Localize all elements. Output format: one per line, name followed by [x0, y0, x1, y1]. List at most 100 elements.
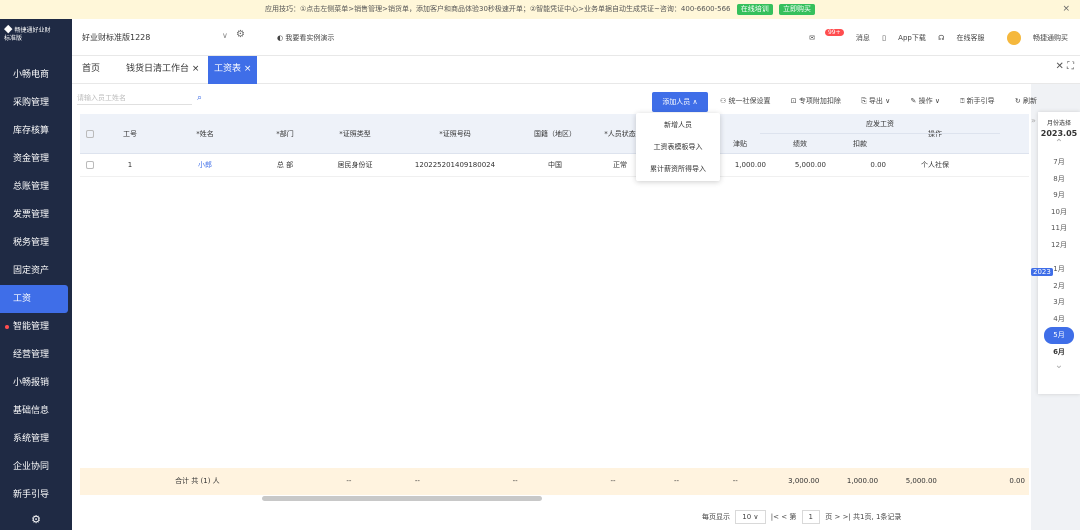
page-size-select[interactable]: 10 ∨	[735, 510, 766, 524]
current-period: 2023.05	[1040, 129, 1078, 138]
total-cell: 0.00	[1009, 477, 1025, 485]
column-header[interactable]: *部门	[250, 114, 320, 153]
sidebar-item-14[interactable]: 企业协同	[0, 453, 72, 481]
month-item[interactable]: 9月	[1038, 187, 1080, 204]
close-banner-icon[interactable]: ×	[1062, 0, 1070, 19]
sidebar-item-10[interactable]: 经营管理	[0, 341, 72, 369]
sidebar-item-label: 智能管理	[13, 322, 50, 332]
column-header[interactable]: *姓名	[160, 114, 250, 153]
total-cell: --	[610, 477, 616, 485]
column-header[interactable]: *证照类型	[320, 114, 390, 153]
sidebar-item-0[interactable]: 小畅电商	[0, 61, 72, 89]
table-cell: 0.00	[870, 161, 886, 169]
sidebar-item-3[interactable]: 资金管理	[0, 145, 72, 173]
page-number-input[interactable]: 1	[801, 510, 821, 524]
sidebar-item-label: 系统管理	[13, 434, 50, 444]
sidebar-item-8[interactable]: 工资	[0, 285, 68, 313]
table-cell: 中国	[548, 161, 562, 169]
export-button[interactable]: ⎘ 导出 ∨	[861, 97, 899, 105]
sidebar-item-9[interactable]: 智能管理	[0, 313, 72, 341]
table-header: 工号*姓名*部门*证照类型*证照号码国籍（地区）*人员状态*基本工资津贴绩效扣款…	[80, 114, 1029, 154]
month-item[interactable]: 4月	[1038, 311, 1080, 328]
column-header[interactable]: *证照号码	[390, 114, 520, 153]
table-cell[interactable]: 小郎	[160, 154, 250, 176]
table-row[interactable]: 1小郎总 部居民身份证120225201409180024中国正常3,000.0…	[80, 154, 1029, 177]
menu-item-template-import[interactable]: 工资表模板导入	[636, 137, 720, 157]
search-icon[interactable]: ⌕	[197, 91, 202, 105]
window-controls[interactable]: ✕ ⛶	[1055, 61, 1074, 72]
collapse-icon[interactable]: »	[1031, 116, 1036, 125]
refresh-button[interactable]: ↻ 刷新	[1015, 97, 1046, 105]
settings-gear-icon[interactable]: ⚙	[0, 513, 72, 526]
gear-icon[interactable]: ⚙	[236, 29, 245, 40]
scroll-up-icon[interactable]: ⌃	[1038, 138, 1080, 154]
month-item[interactable]: 12月	[1038, 237, 1080, 254]
table-cell: 居民身份证	[337, 161, 373, 169]
sidebar-item-4[interactable]: 总账管理	[0, 173, 72, 201]
column-header[interactable]: 国籍（地区）	[520, 114, 590, 153]
sidebar-item-label: 经营管理	[13, 350, 50, 360]
month-item[interactable]: 11月	[1038, 220, 1080, 237]
tab-home[interactable]: 首页	[82, 56, 100, 84]
sidebar-item-1[interactable]: 采购管理	[0, 89, 72, 117]
sidebar-item-15[interactable]: 新手引导	[0, 481, 72, 509]
next-page-icon[interactable]: > >|	[834, 513, 850, 521]
sidebar-item-5[interactable]: 发票管理	[0, 201, 72, 229]
guide-button[interactable]: ⍰ 新手引导	[960, 97, 1003, 105]
month-item[interactable]: 3月	[1038, 294, 1080, 311]
menu-item-income-import[interactable]: 累计薪资所得导入	[636, 159, 720, 179]
sidebar-item-13[interactable]: 系统管理	[0, 425, 72, 453]
customer-service-button[interactable]: ☊ 在线客服	[938, 34, 984, 42]
account-selector[interactable]: 好业财标准版1228	[82, 32, 150, 43]
sidebar-item-label: 基础信息	[13, 406, 50, 416]
total-cell: --	[346, 477, 352, 485]
row-checkbox[interactable]	[86, 161, 94, 169]
column-header[interactable]	[80, 114, 100, 153]
column-header[interactable]: 工号	[100, 114, 160, 153]
user-menu[interactable]: 畅捷通购买	[997, 31, 1068, 45]
total-cell: --	[512, 477, 518, 485]
select-all-checkbox[interactable]	[86, 130, 94, 138]
total-cell: 3,000.00	[788, 477, 820, 485]
logo-icon: ◆	[4, 22, 13, 35]
sidebar-item-12[interactable]: 基础信息	[0, 397, 72, 425]
tab-cash-workbench[interactable]: 钱货日清工作台 ×	[126, 56, 199, 84]
add-staff-button[interactable]: 添加人员 ∧	[652, 92, 708, 112]
month-item[interactable]: 8月	[1038, 171, 1080, 188]
search-input[interactable]: 请输入员工姓名 ⌕	[77, 91, 202, 105]
tab-payroll[interactable]: 工资表 ×	[208, 56, 258, 84]
sidebar-item-label: 小畅报销	[13, 378, 50, 388]
training-button[interactable]: 在线培训	[736, 4, 773, 15]
horizontal-scrollbar[interactable]	[262, 496, 542, 501]
table-cell: 120225201409180024	[414, 161, 496, 169]
sidebar-item-2[interactable]: 库存核算	[0, 117, 72, 145]
app-download-button[interactable]: ▯ App下载	[882, 34, 926, 42]
scroll-down-icon[interactable]: ⌄	[1038, 360, 1080, 376]
message-button[interactable]: ✉99+ 消息	[809, 29, 870, 42]
month-item[interactable]: 7月	[1038, 154, 1080, 171]
sidebar-item-label: 采购管理	[13, 98, 50, 108]
sidebar-item-6[interactable]: 税务管理	[0, 229, 72, 257]
demo-link[interactable]: ◐ 我要看实例演示	[277, 33, 334, 43]
sidebar-item-11[interactable]: 小畅报销	[0, 369, 72, 397]
prev-page-icon[interactable]: |< <	[771, 513, 787, 521]
menu-item-new-staff[interactable]: 新增人员	[636, 115, 720, 135]
total-label: 合计 共 (1) 人	[175, 477, 220, 485]
notification-dot	[5, 325, 9, 329]
operation-button[interactable]: ✎ 操作 ∨	[911, 97, 949, 105]
month-item[interactable]: 6月	[1038, 344, 1080, 361]
sidebar-item-7[interactable]: 固定资产	[0, 257, 72, 285]
special-deduction-button[interactable]: ⊡ 专项附加扣除	[791, 97, 850, 105]
message-badge: 99+	[824, 29, 844, 36]
sidebar: ◆ 畅捷通好业财 标准版 小畅电商 采购管理 库存核算 资金管理 总账管理 发票管理 税务管理…	[0, 19, 72, 530]
social-security-setting-button[interactable]: ⚇ 统一社保设置	[720, 97, 780, 105]
tab-bar: 首页 钱货日清工作台 × 工资表 × ✕ ⛶	[72, 56, 1080, 84]
table-cell: 总 部	[276, 161, 294, 169]
month-item[interactable]: 2月	[1038, 278, 1080, 295]
month-item[interactable]: 10月	[1038, 204, 1080, 221]
table-cell[interactable]: 个人社保	[890, 154, 980, 176]
chevron-down-icon[interactable]: ∨	[222, 31, 228, 40]
buy-button[interactable]: 立即购买	[778, 4, 815, 15]
month-item[interactable]: 5月	[1044, 327, 1074, 344]
sidebar-item-label: 税务管理	[13, 238, 50, 248]
